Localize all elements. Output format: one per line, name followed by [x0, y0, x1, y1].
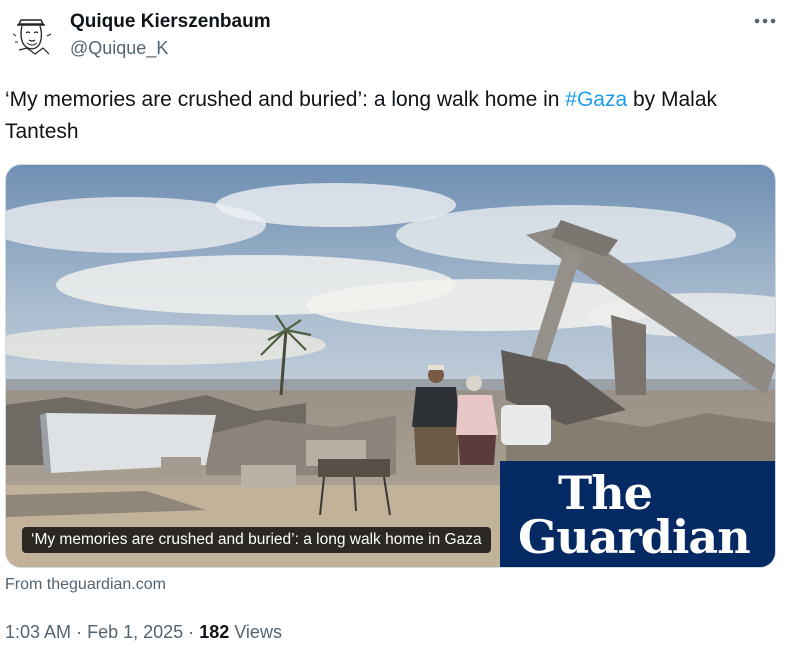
views-label: Views [234, 622, 282, 642]
meta-separator: · [76, 622, 83, 642]
views-count: 182 [199, 622, 230, 642]
card-source[interactable]: From theguardian.com [5, 576, 166, 594]
more-horizontal-icon [754, 18, 776, 24]
tweet-time[interactable]: 1:03 AM [5, 622, 71, 642]
logo-guardian: Guardian [518, 510, 751, 564]
hashtag-link[interactable]: #Gaza [565, 88, 627, 111]
guardian-logo: The Guardian [500, 461, 775, 567]
card-title: ‘My memories are crushed and buried’: a … [22, 527, 491, 553]
link-card[interactable]: The Guardian ‘My memories are crushed an… [5, 164, 776, 568]
more-button[interactable] [752, 8, 778, 34]
author-handle[interactable]: @Quique_K [70, 38, 168, 59]
tweet-text: ‘My memories are crushed and buried’: a … [5, 84, 775, 148]
sketch-avatar-icon [5, 10, 57, 62]
meta-separator: · [188, 622, 195, 642]
avatar[interactable] [5, 10, 57, 62]
tweet-meta: 1:03 AM · Feb 1, 2025 · 182 Views [5, 622, 282, 643]
tweet-text-start: ‘My memories are crushed and buried’: a … [5, 88, 566, 111]
author-name[interactable]: Quique Kierszenbaum [70, 11, 271, 33]
tweet-date[interactable]: Feb 1, 2025 [87, 622, 183, 642]
